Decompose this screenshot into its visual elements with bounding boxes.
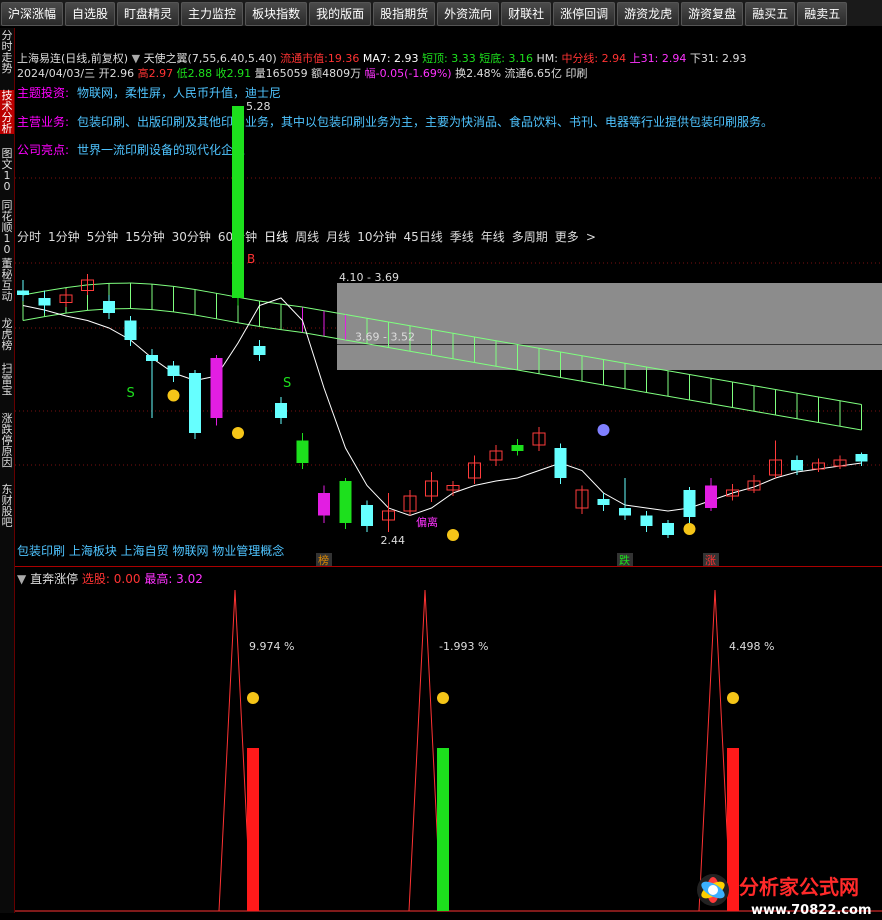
side-tab-7[interactable]: 涨跌停原因 <box>0 413 14 468</box>
indicator-chart: 9.974 % -1.993 % 4.498 % <box>15 28 882 913</box>
smiley-icon <box>247 692 259 704</box>
indicator-value-label: -1.993 % <box>439 640 488 653</box>
toolbar-button-9[interactable]: 涨停回调 <box>553 2 615 26</box>
toolbar-button-4[interactable]: 板块指数 <box>245 2 307 26</box>
side-nav: 分时走势技术分析图文10 同花顺10 董秘互动龙虎榜扫雷宝涨跌停原因东财股吧 <box>0 28 15 913</box>
indicator-spike <box>409 590 441 911</box>
indicator-value-label: 9.974 % <box>249 640 294 653</box>
toolbar-button-10[interactable]: 游资龙虎 <box>617 2 679 26</box>
side-tab-0[interactable]: 分时走势 <box>0 30 14 74</box>
indicator-value-label: 4.498 % <box>729 640 774 653</box>
side-tab-5[interactable]: 龙虎榜 <box>0 318 14 351</box>
toolbar-button-5[interactable]: 我的版面 <box>309 2 371 26</box>
toolbar-button-12[interactable]: 融买五 <box>745 2 795 26</box>
indicator-bar <box>437 748 449 911</box>
side-tab-8[interactable]: 东财股吧 <box>0 484 14 528</box>
toolbar-button-0[interactable]: 沪深涨幅 <box>1 2 63 26</box>
svg-text:www.70822.com: www.70822.com <box>751 903 872 918</box>
watermark-logo: 分析家公式网 www.70822.com <box>691 860 881 920</box>
toolbar-button-6[interactable]: 股指期货 <box>373 2 435 26</box>
svg-text:分析家公式网: 分析家公式网 <box>739 875 859 899</box>
toolbar-button-11[interactable]: 游资复盘 <box>681 2 743 26</box>
side-tab-1[interactable]: 技术分析 <box>0 90 14 134</box>
smiley-icon <box>727 692 739 704</box>
toolbar-button-13[interactable]: 融卖五 <box>797 2 847 26</box>
smiley-icon <box>437 692 449 704</box>
indicator-spike <box>219 590 251 911</box>
toolbar-button-2[interactable]: 盯盘精灵 <box>117 2 179 26</box>
side-tab-2[interactable]: 图文10 <box>0 148 14 192</box>
toolbar-button-7[interactable]: 外资流向 <box>437 2 499 26</box>
side-tab-4[interactable]: 董秘互动 <box>0 258 14 302</box>
side-tab-3[interactable]: 同花顺10 <box>0 200 14 255</box>
top-toolbar: 沪深涨幅自选股盯盘精灵主力监控板块指数我的版面股指期货外资流向财联社涨停回调游资… <box>0 0 882 26</box>
toolbar-button-1[interactable]: 自选股 <box>65 2 115 26</box>
indicator-bar <box>247 748 259 911</box>
chart-area: 上海易连(日线,前复权) ▼ 天使之翼(7,55,6.40,5.40) 流通市值… <box>15 28 882 913</box>
toolbar-button-3[interactable]: 主力监控 <box>181 2 243 26</box>
toolbar-button-8[interactable]: 财联社 <box>501 2 551 26</box>
side-tab-6[interactable]: 扫雷宝 <box>0 363 14 396</box>
